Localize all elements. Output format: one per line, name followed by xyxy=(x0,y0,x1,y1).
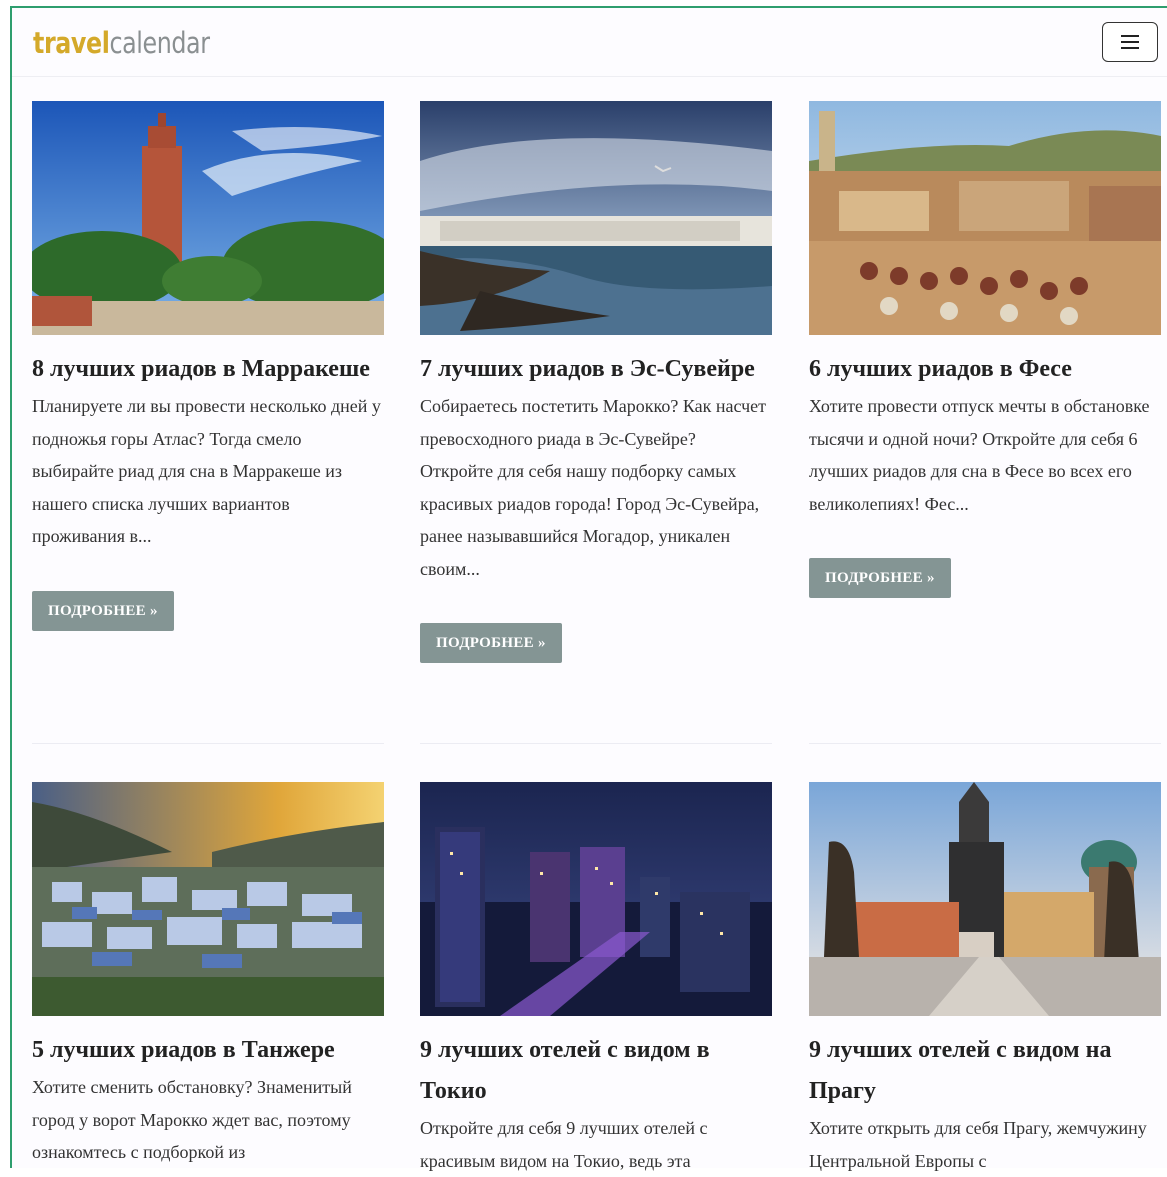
article-title[interactable]: 8 лучших риадов в Марракеше xyxy=(32,349,384,390)
site-logo[interactable]: travelcalendar xyxy=(33,26,210,60)
card-divider xyxy=(420,743,772,744)
marrakesh-koutoubia-photo xyxy=(32,101,384,335)
article-title[interactable]: 5 лучших риадов в Танжере xyxy=(32,1030,384,1071)
article-title[interactable]: 7 лучших риадов в Эс-Сувейре xyxy=(420,349,772,390)
article-card: 7 лучших риадов в Эс-Сувейре Собираетесь… xyxy=(420,101,772,663)
article-image[interactable] xyxy=(420,782,772,1016)
article-card: 5 лучших риадов в Танжере Хотите сменить… xyxy=(32,782,384,1169)
article-card: 9 лучших отелей с видом в Токио Откройте… xyxy=(420,782,772,1177)
article-card: 8 лучших риадов в Марракеше Планируете л… xyxy=(32,101,384,631)
card-divider xyxy=(809,743,1161,744)
card-divider xyxy=(32,743,384,744)
article-title[interactable]: 6 лучших риадов в Фесе xyxy=(809,349,1161,390)
article-excerpt: Планируете ли вы провести несколько дней… xyxy=(32,396,381,546)
navbar: travelcalendar xyxy=(12,8,1167,77)
prague-charles-bridge-photo xyxy=(809,782,1161,1016)
article-image[interactable] xyxy=(809,101,1161,335)
article-card: 6 лучших риадов в Фесе Хотите провести о… xyxy=(809,101,1161,598)
article-image[interactable] xyxy=(420,101,772,335)
tokyo-night-skyline-photo xyxy=(420,782,772,1016)
article-title[interactable]: 9 лучших отелей с видом на Прагу xyxy=(809,1030,1161,1112)
hamburger-icon xyxy=(1121,35,1139,37)
essaouira-coast-photo xyxy=(420,101,772,335)
read-more-button[interactable]: ПОДРОБНЕЕ » xyxy=(809,558,951,598)
chefchaouen-blue-town-photo xyxy=(32,782,384,1016)
article-card: 9 лучших отелей с видом на Прагу Хотите … xyxy=(809,782,1161,1177)
article-excerpt: Хотите сменить обстановку? Знаменитый го… xyxy=(32,1077,352,1162)
article-excerpt: Собираетесь постетить Марокко? Как насче… xyxy=(420,396,766,579)
article-title[interactable]: 9 лучших отелей с видом в Токио xyxy=(420,1030,772,1112)
read-more-button[interactable]: ПОДРОБНЕЕ » xyxy=(32,590,174,631)
article-excerpt: Хотите провести отпуск мечты в обстановк… xyxy=(809,396,1150,514)
read-more-button[interactable]: ПОДРОБНЕЕ » xyxy=(420,623,562,663)
article-image[interactable] xyxy=(809,782,1161,1016)
article-excerpt: Откройте для себя 9 лучших отелей с крас… xyxy=(420,1118,708,1171)
article-image[interactable] xyxy=(32,782,384,1016)
article-image[interactable] xyxy=(32,101,384,335)
hamburger-menu-button[interactable] xyxy=(1102,22,1158,62)
fes-tannery-photo xyxy=(809,101,1161,335)
article-excerpt: Хотите открыть для себя Прагу, жемчужину… xyxy=(809,1118,1147,1171)
